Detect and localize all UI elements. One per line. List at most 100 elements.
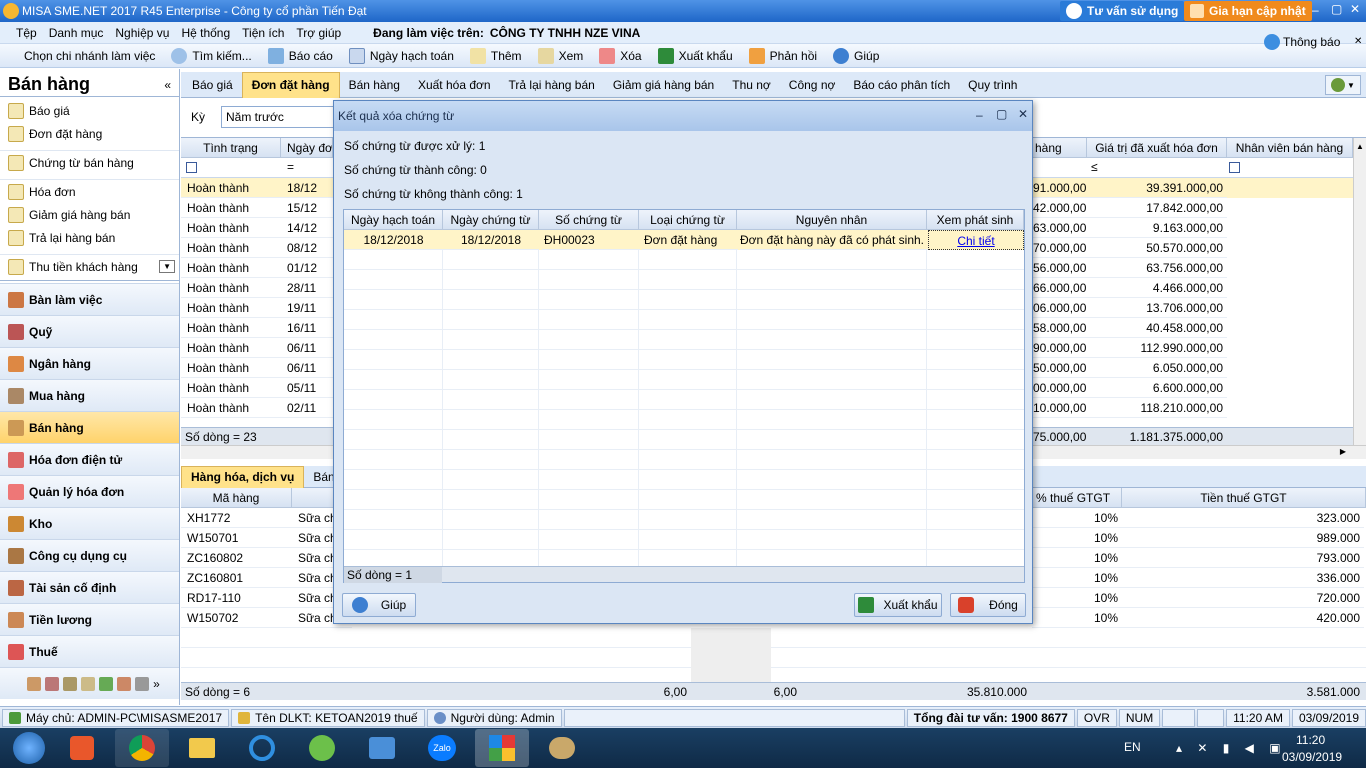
more-icon[interactable]: » bbox=[153, 677, 160, 691]
menu-file[interactable]: Tệp bbox=[10, 26, 43, 40]
filter-eq[interactable]: = bbox=[287, 160, 294, 174]
consult-button[interactable]: Tư vấn sử dụng bbox=[1060, 1, 1185, 21]
module-tax[interactable]: Thuế bbox=[0, 635, 179, 667]
sidebar-link-quote[interactable]: Báo giá bbox=[0, 99, 179, 122]
col-status-header[interactable]: Tình trạng bbox=[181, 138, 281, 158]
help-button[interactable]: Giúp bbox=[825, 47, 887, 64]
taskbar-network[interactable] bbox=[355, 729, 409, 767]
tab-return[interactable]: Trả lại hàng bán bbox=[500, 72, 604, 98]
tab-analysis[interactable]: Báo cáo phân tích bbox=[844, 72, 959, 98]
sidebar-link-invoice[interactable]: Hóa đơn bbox=[0, 180, 179, 203]
taskbar-paint[interactable] bbox=[535, 729, 589, 767]
period-select[interactable]: Năm trước bbox=[221, 106, 342, 128]
tray-icons[interactable]: ▴ ✕ ▮ ◀ ▣ bbox=[1176, 741, 1287, 755]
vertical-scrollbar[interactable]: ▲▼ bbox=[1353, 138, 1366, 445]
sidebar-link-receipt[interactable]: Thu tiền khách hàng ▼ bbox=[0, 255, 179, 278]
module-cash[interactable]: Quỹ bbox=[0, 315, 179, 347]
taskbar-chrome[interactable] bbox=[115, 729, 169, 767]
sidebar-link-return[interactable]: Trả lại hàng bán bbox=[0, 226, 179, 249]
taskbar-misa[interactable] bbox=[475, 729, 529, 767]
sidebar-link-sales-voucher[interactable]: Chứng từ bán hàng bbox=[0, 151, 179, 174]
result-row[interactable]: 18/12/2018 18/12/2018 ĐH00023 Đơn đặt hà… bbox=[344, 230, 1024, 250]
sidebar-link-order[interactable]: Đơn đặt hàng bbox=[0, 122, 179, 145]
shortcut-icon[interactable] bbox=[99, 676, 114, 691]
shortcut-icon[interactable] bbox=[63, 676, 78, 691]
clock-time[interactable]: 11:20 bbox=[1296, 733, 1325, 747]
menu-catalog[interactable]: Danh mục bbox=[43, 26, 110, 40]
collapse-icon[interactable]: « bbox=[164, 78, 171, 92]
shortcut-icon[interactable] bbox=[81, 676, 96, 691]
tab-order[interactable]: Đơn đặt hàng bbox=[241, 71, 340, 98]
module-bank[interactable]: Ngân hàng bbox=[0, 347, 179, 379]
module-tools[interactable]: Công cụ dụng cụ bbox=[0, 539, 179, 571]
col-code-header[interactable]: Mã hàng bbox=[181, 488, 292, 508]
dialog-maximize-icon[interactable]: ▢ bbox=[996, 107, 1007, 121]
branch-button[interactable]: Chọn chi nhánh làm việc bbox=[16, 49, 163, 63]
scroll-right-icon[interactable]: ▶ bbox=[1340, 447, 1346, 456]
report-button[interactable]: Báo cáo bbox=[260, 47, 341, 64]
tab-sales[interactable]: Bán hàng bbox=[340, 72, 409, 98]
menu-help[interactable]: Trợ giúp bbox=[290, 26, 347, 40]
tab-issue-invoice[interactable]: Xuất hóa đơn bbox=[409, 72, 500, 98]
clock-date[interactable]: 03/09/2019 bbox=[1282, 750, 1342, 764]
taskbar-explorer[interactable] bbox=[175, 729, 229, 767]
tab-quote[interactable]: Báo giá bbox=[183, 72, 242, 98]
notify-button[interactable]: Thông báo bbox=[1256, 34, 1348, 50]
col-date-header[interactable]: Ngày đơn bbox=[281, 138, 333, 158]
shortcut-icon[interactable] bbox=[27, 676, 42, 691]
delete-button[interactable]: Xóa bbox=[591, 47, 649, 64]
module-assets[interactable]: Tài sản cố định bbox=[0, 571, 179, 603]
tab-collect[interactable]: Thu nợ bbox=[723, 72, 780, 98]
filter-le[interactable]: ≤ bbox=[1091, 160, 1098, 174]
add-button[interactable]: Thêm bbox=[462, 47, 530, 64]
module-purchase[interactable]: Mua hàng bbox=[0, 379, 179, 411]
search-button[interactable]: Tìm kiếm... bbox=[163, 47, 259, 64]
module-warehouse[interactable]: Kho bbox=[0, 507, 179, 539]
shortcut-icon[interactable] bbox=[45, 676, 60, 691]
taskbar-media[interactable] bbox=[55, 729, 109, 767]
module-invoice-mgmt[interactable]: Quản lý hóa đơn bbox=[0, 475, 179, 507]
export-button[interactable]: Xuất khẩu bbox=[650, 47, 741, 64]
menu-utilities[interactable]: Tiện ích bbox=[236, 26, 290, 40]
module-payroll[interactable]: Tiền lương bbox=[0, 603, 179, 635]
dialog-close-button[interactable]: Đóng bbox=[950, 593, 1026, 617]
minimize-icon[interactable]: – bbox=[1312, 3, 1319, 17]
post-date-button[interactable]: Ngày hạch toán bbox=[341, 47, 462, 64]
start-button[interactable] bbox=[6, 729, 52, 767]
col-amount-header[interactable]: hàng bbox=[1033, 138, 1087, 158]
col-invoiced-header[interactable]: Giá trị đã xuất hóa đơn bbox=[1087, 138, 1227, 158]
close-icon[interactable]: ✕ bbox=[1350, 2, 1360, 16]
view-button[interactable]: Xem bbox=[530, 47, 592, 64]
dialog-export-button[interactable]: Xuất khẩu bbox=[854, 593, 942, 617]
dialog-minimize-icon[interactable]: – bbox=[976, 108, 983, 122]
taskbar-ie[interactable] bbox=[235, 729, 289, 767]
shortcut-icon[interactable] bbox=[135, 676, 150, 691]
result-col-header[interactable]: Ngày chứng từ bbox=[443, 210, 539, 230]
pin-icon[interactable]: ✕ bbox=[1354, 36, 1362, 47]
result-col-header[interactable]: Ngày hạch toán bbox=[344, 210, 443, 230]
menu-operations[interactable]: Nghiệp vụ bbox=[109, 26, 175, 40]
sidebar-link-discount[interactable]: Giảm giá hàng bán bbox=[0, 203, 179, 226]
col-vat-header[interactable]: Tiền thuế GTGT bbox=[1122, 488, 1366, 508]
shortcut-icon[interactable] bbox=[117, 676, 132, 691]
taskbar-zalo[interactable]: Zalo bbox=[415, 729, 469, 767]
filter-checkbox[interactable] bbox=[186, 162, 197, 173]
module-einvoice[interactable]: Hóa đơn điện tử bbox=[0, 443, 179, 475]
filter-checkbox[interactable] bbox=[1229, 162, 1240, 173]
feedback-button[interactable]: Phản hồi bbox=[741, 47, 825, 64]
menu-system[interactable]: Hệ thống bbox=[175, 26, 236, 40]
dialog-close-icon[interactable]: ✕ bbox=[1018, 107, 1028, 121]
detail-link[interactable]: Chi tiết bbox=[928, 230, 1024, 250]
module-desktop[interactable]: Bàn làm việc bbox=[0, 283, 179, 315]
tab-discount[interactable]: Giảm giá hàng bán bbox=[604, 72, 723, 98]
col-vat-rate-header[interactable]: % thuế GTGT bbox=[1032, 488, 1122, 508]
result-col-header[interactable]: Xem phát sinh bbox=[927, 210, 1024, 230]
settings-button[interactable]: ▼ bbox=[1325, 75, 1361, 95]
dropdown-icon[interactable]: ▼ bbox=[159, 260, 175, 273]
result-col-header[interactable]: Loại chứng từ bbox=[639, 210, 737, 230]
language-indicator[interactable]: EN bbox=[1124, 740, 1141, 754]
result-col-header[interactable]: Số chứng từ bbox=[539, 210, 639, 230]
scroll-up-icon[interactable]: ▲ bbox=[1354, 142, 1364, 151]
taskbar-app-green[interactable] bbox=[295, 729, 349, 767]
renew-button[interactable]: Gia hạn cập nhật bbox=[1184, 1, 1312, 21]
